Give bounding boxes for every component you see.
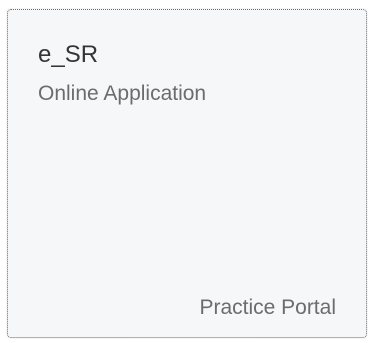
tile-title: e_SR bbox=[38, 41, 99, 68]
launchpad-tile[interactable]: e_SR Online Application Practice Portal bbox=[7, 9, 367, 338]
tile-subtitle: Online Application bbox=[38, 82, 207, 105]
tile-footer: Practice Portal bbox=[199, 296, 336, 319]
